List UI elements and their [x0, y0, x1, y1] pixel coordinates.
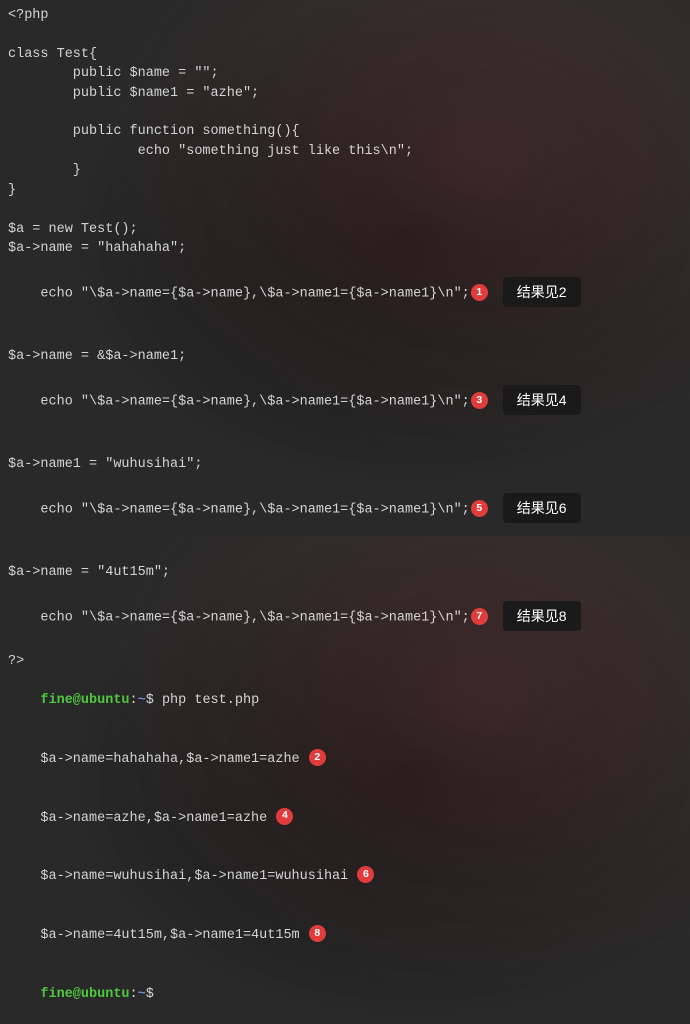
annotation-tooltip-7: 结果见8 — [503, 601, 581, 631]
code-line-echo-2: echo "\$a->name={$a->name},\$a->name1={$… — [8, 367, 682, 436]
terminal-prompt-line-2[interactable]: fine@ubuntu:~$ — [8, 965, 682, 1024]
code-text: echo "\$a->name={$a->name},\$a->name1={$… — [40, 395, 469, 410]
output-text: $a->name=4ut15m,$a->name1=4ut15m — [40, 928, 299, 943]
annotation-badge-8: 8 — [309, 925, 326, 942]
code-line-echo-1: echo "\$a->name={$a->name},\$a->name1={$… — [8, 259, 682, 328]
annotation-badge-2: 2 — [309, 749, 326, 766]
prompt-dollar: $ — [146, 987, 162, 1002]
code-line: public $name = ""; — [8, 64, 682, 84]
terminal-output-1: $a->name=hahahaha,$a->name1=azhe 2 — [8, 730, 682, 789]
prompt-user: fine@ubuntu — [40, 693, 129, 708]
terminal-command: php test.php — [162, 693, 259, 708]
annotation-badge-1: 1 — [471, 284, 488, 301]
annotation-badge-3: 3 — [471, 392, 488, 409]
annotation-badge-7: 7 — [471, 608, 488, 625]
prompt-path: ~ — [138, 693, 146, 708]
annotation-badge-4: 4 — [276, 808, 293, 825]
code-line: $a->name1 = "wuhusihai"; — [8, 455, 682, 475]
output-text: $a->name=wuhusihai,$a->name1=wuhusihai — [40, 869, 348, 884]
code-text: echo "\$a->name={$a->name},\$a->name1={$… — [40, 287, 469, 302]
prompt-sep: : — [130, 987, 138, 1002]
code-text: echo "\$a->name={$a->name},\$a->name1={$… — [40, 611, 469, 626]
code-text: echo "\$a->name={$a->name},\$a->name1={$… — [40, 503, 469, 518]
annotation-tooltip-3: 结果见4 — [503, 385, 581, 415]
code-line: } — [8, 181, 682, 201]
code-line: public $name1 = "azhe"; — [8, 84, 682, 104]
code-line-echo-4: echo "\$a->name={$a->name},\$a->name1={$… — [8, 583, 682, 652]
output-text: $a->name=azhe,$a->name1=azhe — [40, 811, 267, 826]
code-line: <?php — [8, 6, 682, 26]
code-line-echo-3: echo "\$a->name={$a->name},\$a->name1={$… — [8, 475, 682, 544]
prompt-user: fine@ubuntu — [40, 987, 129, 1002]
code-line: } — [8, 161, 682, 181]
code-line: ?> — [8, 652, 682, 672]
terminal-prompt-line[interactable]: fine@ubuntu:~$ php test.php — [8, 672, 682, 731]
code-line: echo "something just like this\n"; — [8, 142, 682, 162]
annotation-tooltip-1: 结果见2 — [503, 277, 581, 307]
prompt-path: ~ — [138, 987, 146, 1002]
code-line: $a = new Test(); — [8, 220, 682, 240]
code-line: $a->name = "hahahaha"; — [8, 239, 682, 259]
code-line: public function something(){ — [8, 122, 682, 142]
annotation-badge-5: 5 — [471, 500, 488, 517]
output-text: $a->name=hahahaha,$a->name1=azhe — [40, 752, 299, 767]
annotation-badge-6: 6 — [357, 866, 374, 883]
annotation-tooltip-5: 结果见6 — [503, 493, 581, 523]
code-block: <?php class Test{ public $name = ""; pub… — [8, 6, 682, 1024]
prompt-sep: : — [130, 693, 138, 708]
terminal-output-4: $a->name=4ut15m,$a->name1=4ut15m 8 — [8, 907, 682, 966]
code-line: $a->name = "4ut15m"; — [8, 563, 682, 583]
terminal-output-3: $a->name=wuhusihai,$a->name1=wuhusihai 6 — [8, 848, 682, 907]
terminal-output-2: $a->name=azhe,$a->name1=azhe 4 — [8, 789, 682, 848]
prompt-dollar: $ — [146, 693, 162, 708]
code-line: class Test{ — [8, 45, 682, 65]
code-line: $a->name = &$a->name1; — [8, 347, 682, 367]
